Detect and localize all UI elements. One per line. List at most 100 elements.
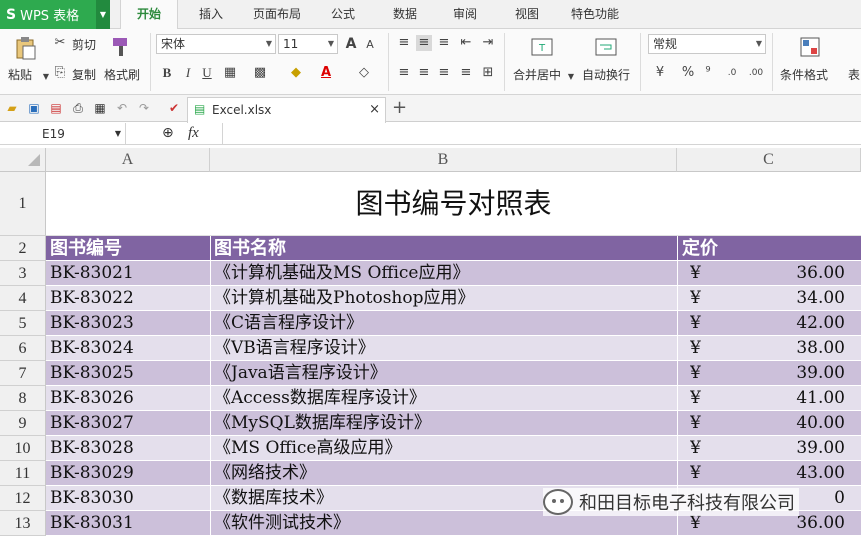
format-painter-icon[interactable]: [110, 35, 134, 59]
book-id-cell[interactable]: BK-83026: [50, 386, 210, 411]
italic-button[interactable]: I: [180, 65, 196, 81]
price-cell[interactable]: 36.00: [710, 261, 845, 286]
save-icon[interactable]: ▣: [26, 100, 42, 116]
book-id-cell[interactable]: BK-83027: [50, 411, 210, 436]
file-tab[interactable]: ▤ Excel.xlsx ×: [187, 97, 386, 123]
redo-icon[interactable]: ↷: [136, 100, 152, 116]
book-name-cell[interactable]: 《计算机基础及MS Office应用》: [214, 261, 674, 286]
tab-data[interactable]: 数据: [380, 0, 430, 29]
merge-center-button[interactable]: 合并居中: [513, 66, 561, 83]
align-middle-icon[interactable]: ≡: [416, 35, 432, 51]
book-id-cell[interactable]: BK-83024: [50, 336, 210, 361]
increase-decimal-icon[interactable]: .0: [724, 65, 740, 81]
row-header[interactable]: 3: [0, 261, 46, 286]
book-name-cell[interactable]: 《网络技术》: [214, 461, 674, 486]
book-id-cell[interactable]: BK-83021: [50, 261, 210, 286]
font-size-select[interactable]: 11 ▼: [278, 34, 338, 54]
align-top-icon[interactable]: ≡: [396, 35, 412, 51]
price-cell[interactable]: 39.00: [710, 361, 845, 386]
price-cell[interactable]: 40.00: [710, 411, 845, 436]
tab-home[interactable]: 开始: [120, 0, 178, 30]
decrease-font-icon[interactable]: A: [362, 37, 378, 53]
row-header[interactable]: 13: [0, 511, 46, 536]
paste-button[interactable]: [10, 35, 40, 61]
currency-icon[interactable]: ¥: [652, 65, 668, 81]
book-name-cell[interactable]: 《计算机基础及Photoshop应用》: [214, 286, 674, 311]
copy-button[interactable]: 复制: [72, 66, 96, 83]
book-name-cell[interactable]: 《VB语言程序设计》: [214, 336, 674, 361]
percent-button[interactable]: %: [680, 65, 696, 81]
book-name-cell[interactable]: 《MySQL数据库程序设计》: [214, 411, 674, 436]
decrease-decimal-icon[interactable]: .00: [748, 65, 764, 81]
wrap-text-button[interactable]: 自动换行: [582, 66, 630, 83]
book-id-cell[interactable]: BK-83022: [50, 286, 210, 311]
book-id-cell[interactable]: BK-83028: [50, 436, 210, 461]
fill-color-icon[interactable]: ◆: [288, 65, 304, 81]
row-header[interactable]: 8: [0, 386, 46, 411]
border-icon[interactable]: ▦: [222, 65, 238, 81]
tab-page-layout[interactable]: 页面布局: [244, 0, 310, 29]
header-cell-price[interactable]: 定价: [682, 236, 852, 261]
column-header-a[interactable]: A: [46, 148, 210, 172]
bold-button[interactable]: B: [159, 65, 175, 81]
align-center-icon[interactable]: ≡: [416, 65, 432, 81]
row-header[interactable]: 10: [0, 436, 46, 461]
row-header[interactable]: 11: [0, 461, 46, 486]
row-header-1[interactable]: 1: [0, 172, 46, 236]
book-name-cell[interactable]: 《Access数据库程序设计》: [214, 386, 674, 411]
paste-label[interactable]: 粘贴: [8, 66, 32, 83]
format-painter-button[interactable]: 格式刷: [104, 66, 140, 83]
book-id-cell[interactable]: BK-83025: [50, 361, 210, 386]
price-cell[interactable]: 41.00: [710, 386, 845, 411]
customize-icon[interactable]: ✔: [166, 100, 182, 116]
cut-button[interactable]: 剪切: [72, 36, 96, 53]
header-cell-book-id[interactable]: 图书编号: [50, 236, 210, 261]
book-name-cell[interactable]: 《C语言程序设计》: [214, 311, 674, 336]
wrap-text-icon[interactable]: [594, 35, 618, 59]
price-cell[interactable]: 43.00: [710, 461, 845, 486]
pdf-icon[interactable]: ▤: [48, 100, 64, 116]
tab-formula[interactable]: 公式: [318, 0, 368, 29]
row-header[interactable]: 6: [0, 336, 46, 361]
merge-dropdown-icon[interactable]: ▼: [563, 69, 579, 85]
conditional-format-icon[interactable]: [798, 35, 822, 59]
align-left-icon[interactable]: ≡: [396, 65, 412, 81]
fill-pattern-icon[interactable]: ▩: [252, 65, 268, 81]
name-box[interactable]: E19 ▼: [0, 123, 126, 145]
align-bottom-icon[interactable]: ≡: [436, 35, 452, 51]
comma-style-button[interactable]: ⁹: [700, 65, 716, 81]
app-menu-dropdown-icon[interactable]: ▼: [96, 0, 110, 29]
column-header-b[interactable]: B: [210, 148, 677, 172]
open-folder-icon[interactable]: ▰: [4, 100, 20, 116]
price-cell[interactable]: 34.00: [710, 286, 845, 311]
new-tab-plus-icon[interactable]: +: [392, 97, 407, 118]
copy-icon[interactable]: ⎘: [52, 65, 68, 81]
book-id-cell[interactable]: BK-83031: [50, 511, 210, 536]
undo-icon[interactable]: ↶: [114, 100, 130, 116]
increase-font-icon[interactable]: A: [343, 36, 359, 52]
formula-input[interactable]: [222, 123, 861, 145]
price-cell[interactable]: 42.00: [710, 311, 845, 336]
tab-review[interactable]: 审阅: [440, 0, 490, 29]
indent-increase-icon[interactable]: ⇥: [480, 35, 496, 51]
table-style-button[interactable]: 表: [848, 66, 860, 83]
close-icon[interactable]: ×: [369, 102, 380, 117]
font-color-icon[interactable]: A: [318, 65, 334, 81]
function-icon[interactable]: fx: [188, 125, 199, 142]
scissors-icon[interactable]: ✂: [52, 35, 68, 51]
sheet-title-cell[interactable]: 图书编号对照表: [46, 172, 861, 236]
underline-button[interactable]: U: [199, 65, 215, 81]
book-id-cell[interactable]: BK-83030: [50, 486, 210, 511]
price-cell[interactable]: 39.00: [710, 436, 845, 461]
conditional-format-button[interactable]: 条件格式: [780, 66, 828, 83]
align-right-icon[interactable]: ≡: [436, 65, 452, 81]
preview-icon[interactable]: ▦: [92, 100, 108, 116]
print-icon[interactable]: ⎙: [70, 100, 86, 116]
select-all-corner[interactable]: [0, 148, 46, 172]
price-cell[interactable]: 38.00: [710, 336, 845, 361]
row-header[interactable]: 4: [0, 286, 46, 311]
font-name-select[interactable]: 宋体 ▼: [156, 34, 276, 54]
header-cell-book-name[interactable]: 图书名称: [214, 236, 674, 261]
row-header[interactable]: 12: [0, 486, 46, 511]
column-header-c[interactable]: C: [677, 148, 861, 172]
